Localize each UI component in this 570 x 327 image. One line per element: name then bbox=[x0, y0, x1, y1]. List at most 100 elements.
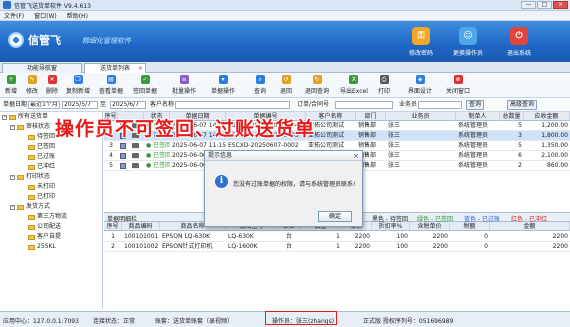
menu-help[interactable]: 帮助(H) bbox=[67, 11, 88, 20]
tree-item-printed[interactable]: 已打印 bbox=[28, 193, 55, 201]
col-staff[interactable]: 业务员 bbox=[386, 112, 456, 121]
close-window-button[interactable]: ⊗ 关闭窗口 bbox=[446, 75, 470, 95]
detail-cell-tax: 0 bbox=[484, 233, 488, 240]
folder-icon bbox=[28, 234, 35, 240]
collapse-icon[interactable]: - bbox=[10, 204, 15, 210]
tree-item-shipping[interactable]: - 发货方式 bbox=[10, 203, 50, 211]
tree-item-unprinted[interactable]: 未打印 bbox=[28, 183, 55, 191]
return-search-button[interactable]: ↻ 退回查询 bbox=[305, 75, 329, 95]
cell-amt: 2,100.00 bbox=[541, 152, 568, 159]
cell-qty: 5 bbox=[518, 142, 522, 149]
cell-maker: 系统管理员 bbox=[458, 152, 489, 159]
customer-input[interactable] bbox=[175, 101, 290, 109]
tree-item-print-status[interactable]: - 打印状态 bbox=[10, 173, 50, 181]
col-maker[interactable]: 制单人 bbox=[456, 112, 500, 121]
date-from-field[interactable]: 2025/5/7 bbox=[62, 101, 98, 109]
folder-icon bbox=[28, 184, 35, 190]
menu-file[interactable]: 文件(F) bbox=[4, 11, 24, 20]
export-excel-button[interactable]: X 导出Excel bbox=[340, 75, 368, 95]
dcol-amount[interactable]: 金额 bbox=[490, 222, 570, 231]
tree-item-255kl[interactable]: 255KL bbox=[28, 243, 56, 251]
detail-cell-unit: 台 bbox=[285, 233, 292, 240]
cell-state: ● 已签回 bbox=[146, 162, 170, 169]
tree-item-audit-status[interactable]: - 审核状态 bbox=[10, 123, 50, 131]
tree-item-reversed[interactable]: 已冲红 bbox=[28, 163, 55, 171]
tab-close-icon[interactable]: × bbox=[138, 64, 143, 73]
cell-maker: 系统管理员 bbox=[458, 162, 489, 169]
tree-item-all[interactable]: - 所有送货单 bbox=[2, 113, 48, 121]
detail-cell-spec: LQ-630K bbox=[228, 233, 254, 240]
tree-item-pending-sign[interactable]: 待签回 bbox=[28, 133, 55, 141]
folder-icon bbox=[28, 134, 35, 140]
cell-dept: 销售部 bbox=[358, 142, 377, 149]
print-button[interactable]: ⎙ 打印 bbox=[378, 75, 390, 95]
dcol-tax-price[interactable]: 含税单价 bbox=[410, 222, 450, 231]
tab-navigation[interactable]: 功能导航窗 bbox=[2, 63, 82, 73]
add-button[interactable]: + 新增 bbox=[5, 75, 17, 95]
cell-maker: 系统管理员 bbox=[458, 142, 489, 149]
operator-highlight-box bbox=[265, 311, 337, 325]
status-license: 正式版 授权序列号：051696989 bbox=[363, 318, 454, 325]
advanced-query-button[interactable]: 高级查询 bbox=[507, 100, 538, 110]
tab-delivery-list[interactable]: 送货单列表 × bbox=[84, 63, 146, 73]
tab-strip: 功能导航窗 送货单列表 × bbox=[0, 62, 570, 73]
tree-item-third-party[interactable]: 第三方物流 bbox=[28, 213, 67, 221]
maximize-button[interactable]: □ bbox=[537, 1, 552, 9]
edit-button[interactable]: ✎ 修改 bbox=[26, 75, 38, 95]
folder-icon bbox=[28, 144, 35, 150]
sign-back-button[interactable]: ✓ 签回单据 bbox=[133, 75, 157, 95]
cell-cust: 亚拓公司测试 bbox=[308, 142, 345, 149]
print-icon: ⎙ bbox=[379, 75, 389, 84]
dialog-close-icon[interactable]: × bbox=[353, 152, 359, 160]
dcol-disc[interactable]: 折扣率% bbox=[372, 222, 410, 231]
app-icon bbox=[3, 1, 11, 9]
exit-system-button[interactable]: ⏻ 退出系统 bbox=[500, 25, 538, 59]
copy-add-button[interactable]: ❐ 复制新增 bbox=[66, 75, 90, 95]
switch-operator-button[interactable]: ☺ 更换操作员 bbox=[449, 25, 487, 59]
delete-button[interactable]: ✕ 删除 bbox=[46, 75, 58, 95]
order-label: 订单/合同号 bbox=[297, 101, 330, 108]
dcol-no[interactable]: 序号 bbox=[104, 222, 122, 231]
copy-icon: ❐ bbox=[73, 75, 83, 84]
tree-item-signed[interactable]: 已签回 bbox=[28, 143, 55, 151]
collapse-icon[interactable]: - bbox=[10, 174, 15, 180]
tree-item-posted[interactable]: 已过账 bbox=[28, 153, 55, 161]
sign-back-icon: ✓ bbox=[140, 75, 150, 84]
folder-icon bbox=[17, 204, 24, 210]
ui-design-button[interactable]: ◈ 界面设计 bbox=[408, 75, 432, 95]
dcol-code[interactable]: 商品编码 bbox=[122, 222, 160, 231]
collapse-icon[interactable]: - bbox=[2, 114, 7, 120]
search-button[interactable]: ⌕ 查询 bbox=[254, 75, 266, 95]
folder-icon bbox=[28, 154, 35, 160]
dcol-tax[interactable]: 税额 bbox=[450, 222, 490, 231]
date-to-field[interactable]: 2025/6/7 bbox=[110, 101, 146, 109]
cell-amt: 1,350.00 bbox=[541, 142, 568, 149]
batch-op-button[interactable]: ≡ 批量操作 bbox=[172, 75, 196, 95]
tree-item-company-delivery[interactable]: 公司配送 bbox=[28, 223, 61, 231]
window-controls: — □ × bbox=[521, 1, 568, 9]
detail-cell-amt: 2200 bbox=[552, 243, 568, 250]
menu-window[interactable]: 窗口(W) bbox=[34, 11, 57, 20]
view-icon: ▤ bbox=[106, 75, 116, 84]
detail-cell-price: 2200 bbox=[354, 233, 370, 240]
date-range-select[interactable]: 最近1个月 bbox=[28, 101, 60, 109]
minimize-button[interactable]: — bbox=[521, 1, 536, 9]
dialog-ok-button[interactable]: 确定 bbox=[318, 211, 352, 222]
detail-cell-spec: LQ-1600K bbox=[228, 243, 258, 250]
cell-staff: 张三 bbox=[388, 152, 401, 159]
change-password-button[interactable]: ⚿ 修改密码 bbox=[402, 25, 440, 59]
view-doc-button[interactable]: ▤ 查看单据 bbox=[99, 75, 123, 95]
query-button[interactable]: 查询 bbox=[466, 100, 485, 110]
collapse-icon[interactable]: - bbox=[10, 124, 15, 130]
col-dept[interactable]: 部门 bbox=[356, 112, 386, 121]
tree-item-self-pickup[interactable]: 客户自提 bbox=[28, 233, 61, 241]
key-icon: ⚿ bbox=[412, 27, 430, 45]
col-amount[interactable]: 应收金额 bbox=[524, 112, 570, 121]
return-button[interactable]: ↺ 退回 bbox=[280, 75, 292, 95]
order-input[interactable] bbox=[335, 101, 393, 109]
col-qty[interactable]: 总数量 bbox=[500, 112, 524, 121]
staff-input[interactable] bbox=[418, 101, 462, 109]
doc-op-button[interactable]: ▾ 单据操作 bbox=[211, 75, 235, 95]
cell-no: 5 bbox=[109, 162, 113, 169]
close-button[interactable]: × bbox=[553, 1, 568, 9]
